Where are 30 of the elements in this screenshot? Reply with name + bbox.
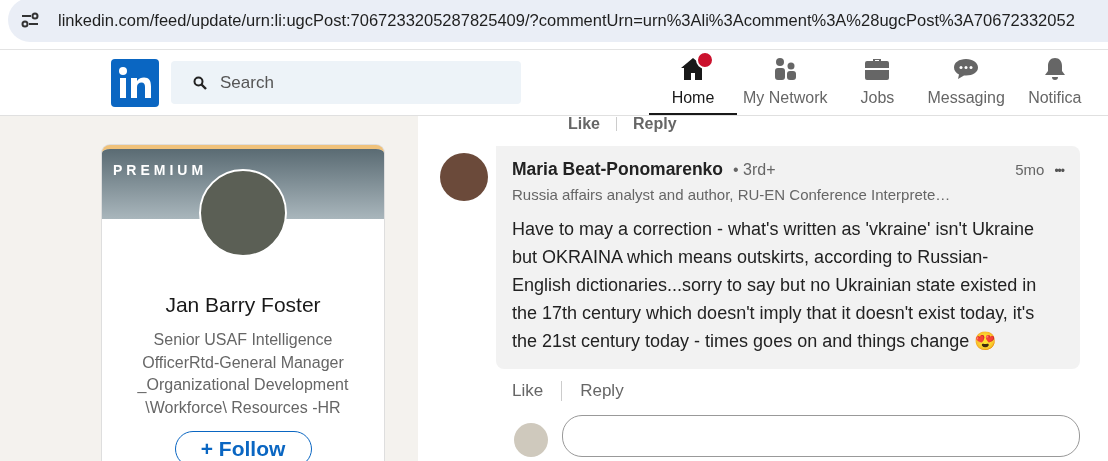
connection-degree: • 3rd+	[733, 161, 776, 179]
comment-action-link[interactable]: Reply	[633, 115, 677, 133]
author-name[interactable]: Maria Beat-Ponomarenko	[512, 159, 724, 180]
follow-button[interactable]: + Follow	[174, 431, 312, 461]
search-icon	[193, 76, 207, 90]
avatar-circle	[440, 153, 488, 201]
nav-tab[interactable]: Messaging	[921, 50, 1011, 115]
comment-action-link[interactable]: Reply	[580, 382, 624, 400]
nav-tab[interactable]: Notifica	[1010, 50, 1099, 115]
comment-action-link[interactable]: Like	[512, 382, 544, 400]
nav-tab[interactable]: My Network	[737, 50, 834, 115]
briefcase-icon	[864, 57, 891, 81]
comment-text: Have to may a correction - what's written as 'vkraine' isn't Ukraine but OKRAINA which means outskirts, according to Russian-English dictionaries...sorry to say but no Ukrainian state existed in the 17th century which doesn't imply that it doesn't exist today, it's the 21st century today - times goes on and things change 😍	[512, 218, 1037, 353]
profile-headline: Senior USAF Intelligence OfficerRtd-General Manager _Organizational Development \Workforce\ Resources -HR	[136, 330, 350, 418]
premium-label: PREMIUM	[113, 162, 208, 178]
url-text: linkedin.com/feed/update/urn:li:ugcPost:7067233205287825409/?commentUrn=urn%3Ali%3Acomment%3A%28ugcPost%3A70672332052	[58, 10, 1075, 30]
profile-name[interactable]: Jan Barry Foster	[165, 293, 321, 317]
reply-input-field[interactable]	[562, 415, 1080, 457]
address-bar[interactable]: linkedin.com/feed/update/urn:li:ugcPost:7067233205287825409/?commentUrn=urn%3Ali%3Acomment%3A%28ugcPost%3A70672332052	[8, 0, 1108, 42]
comment-time: 5mo	[1015, 161, 1045, 178]
linkedin-logo-icon[interactable]	[111, 58, 159, 107]
site-settings-icon[interactable]	[20, 12, 40, 28]
chat-bubble-icon	[953, 57, 980, 81]
people-icon	[772, 57, 799, 81]
more-options-button[interactable]: •••	[1054, 164, 1064, 178]
avatar-circle	[514, 423, 548, 457]
comment-action-link[interactable]: Like	[568, 115, 600, 133]
author-headline: Russia affairs analyst and author, RU-EN Conference Interprete…	[512, 186, 952, 203]
search-field[interactable]: Search	[171, 61, 521, 104]
nav-tab[interactable]: Jobs	[833, 50, 922, 115]
